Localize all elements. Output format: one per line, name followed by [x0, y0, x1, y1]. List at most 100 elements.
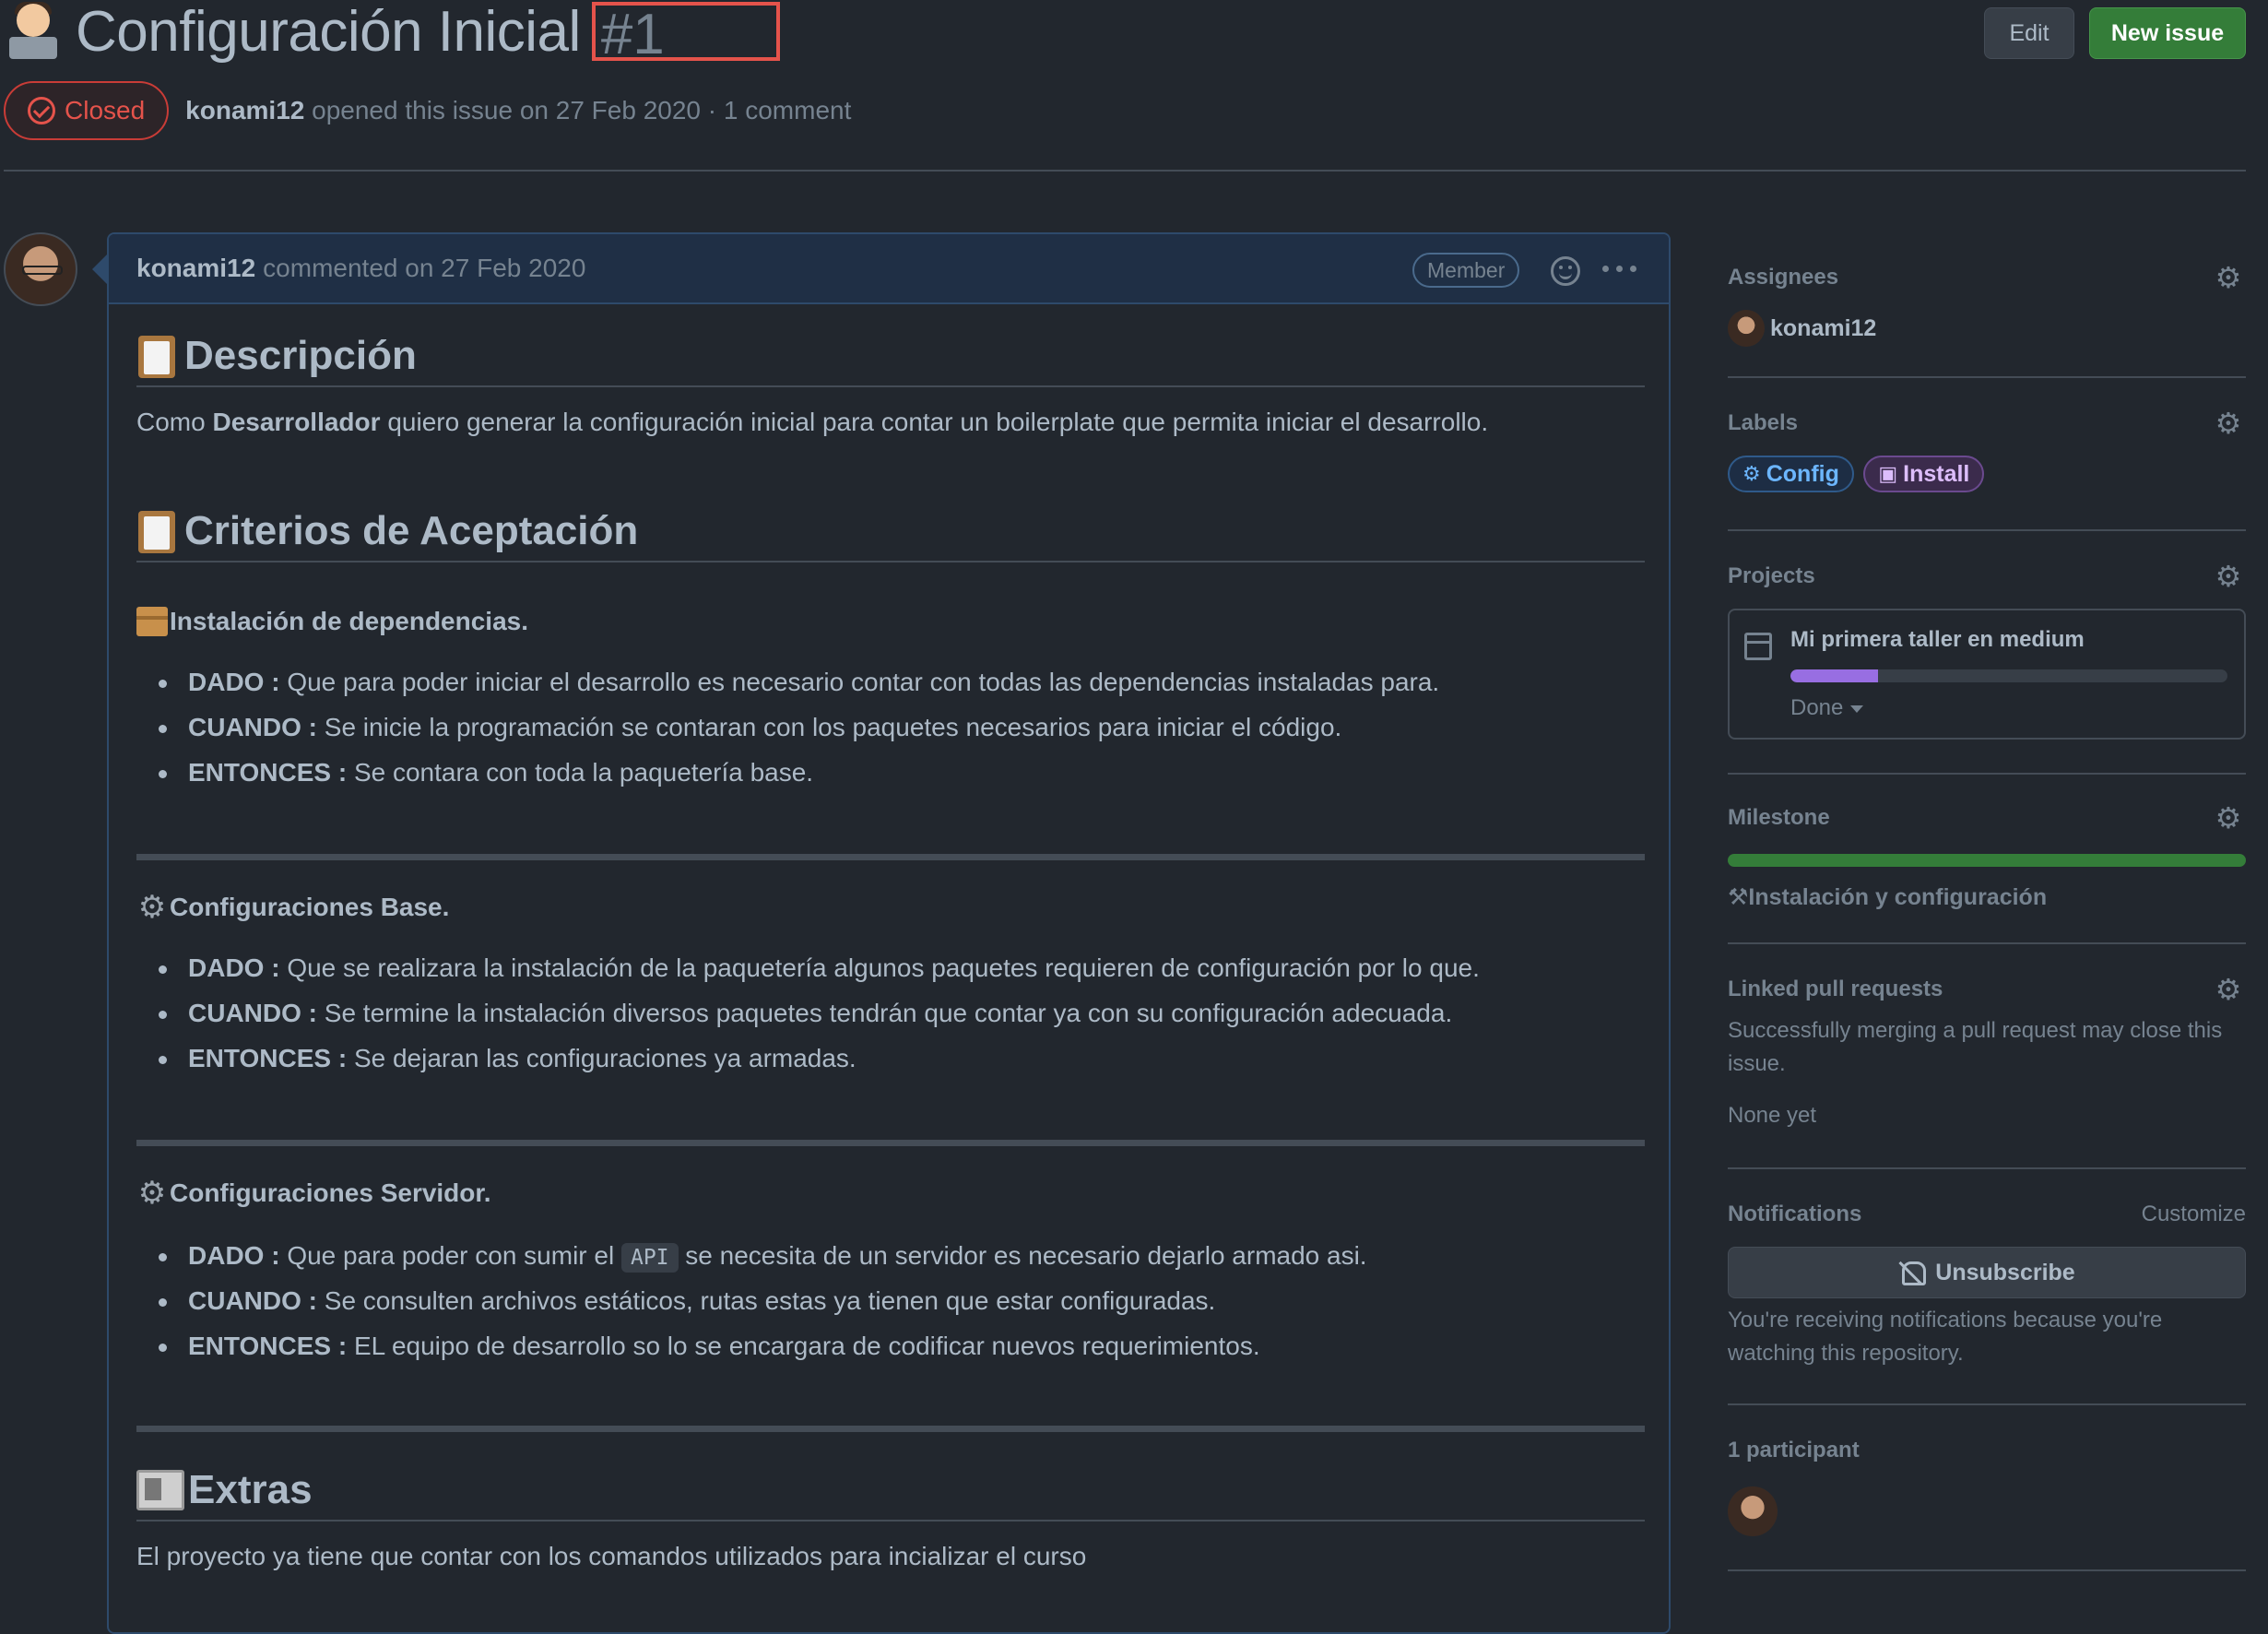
notifications-reason: You're receiving notifications because y…: [1728, 1308, 2163, 1366]
project-name[interactable]: Mi primera taller en medium: [1790, 627, 2085, 653]
linked-prs-none: None yet: [1728, 1103, 1817, 1128]
avatar[interactable]: [4, 232, 77, 306]
heading-criterios-text: Criterios de Aceptación: [184, 508, 639, 553]
clipboard-icon: [136, 332, 179, 380]
package-icon: ▣: [1878, 462, 1898, 485]
heading-criterios: Criterios de Aceptación: [136, 502, 1645, 562]
list-item: CUANDO : Se inicie la programación se co…: [155, 709, 1663, 754]
title-row: Configuración Inicial #1: [7, 0, 780, 65]
milestone-progress: [1728, 854, 2246, 867]
criteria-list-1: DADO : Que para poder iniciar el desarro…: [155, 664, 1663, 799]
gear-icon[interactable]: ⚙: [2215, 803, 2242, 833]
heading-descripcion: Descripción: [136, 326, 1645, 387]
heading-descripcion-text: Descripción: [184, 333, 417, 378]
label-config[interactable]: ⚙ Config: [1728, 456, 1854, 492]
participants-section: 1 participant: [1728, 1435, 2246, 1536]
author-link[interactable]: konami12: [185, 96, 304, 124]
customize-link[interactable]: Customize: [2142, 1199, 2246, 1230]
milestone-section: Milestone ⚙ ⚒Instalación y configuración: [1728, 802, 2246, 911]
gear-icon: ⚙: [137, 1176, 167, 1211]
issue-header: Configuración Inicial #1 Edit New issue …: [0, 0, 2268, 172]
linked-prs-section: Linked pull requests ⚙ Successfully merg…: [1728, 974, 2246, 1132]
header-divider: [4, 170, 2246, 172]
heading-extras: Extras: [136, 1461, 1645, 1522]
list-item: DADO : Que se realizara la instalación d…: [155, 950, 1663, 995]
comment-header: konami12 commented on 27 Feb 2020 Member: [109, 234, 1669, 304]
gear-icon[interactable]: ⚙: [2215, 408, 2242, 438]
smiley-icon[interactable]: [1551, 256, 1580, 286]
project-progress: [1790, 669, 2227, 682]
labels-title: Labels: [1728, 410, 1799, 435]
divider: [1728, 942, 2246, 944]
divider: [1728, 1167, 2246, 1169]
assignee[interactable]: konami12: [1728, 310, 2246, 347]
avatar: [1728, 310, 1765, 347]
list-item: ENTONCES : EL equipo de desarrollo so lo…: [155, 1328, 1663, 1373]
gear-icon: ⚙: [1742, 462, 1761, 485]
unsubscribe-button[interactable]: Unsubscribe: [1728, 1247, 2246, 1298]
kebab-menu-icon[interactable]: [1602, 266, 1639, 273]
list-item: DADO : Que para poder iniciar el desarro…: [155, 664, 1663, 709]
section-title-base: ⚙ Configuraciones Base.: [137, 890, 450, 925]
labels-section: Labels ⚙ ⚙ Config ▣ Install: [1728, 408, 2246, 492]
hammer-wrench-icon: ⚒: [1728, 884, 1749, 910]
package-icon: [136, 607, 168, 636]
comment-box: konami12 commented on 27 Feb 2020 Member…: [107, 232, 1671, 1634]
projects-title: Projects: [1728, 563, 1815, 588]
clipboard-icon: [136, 507, 179, 555]
avatar[interactable]: [1728, 1486, 1778, 1536]
edit-button[interactable]: Edit: [1984, 7, 2074, 59]
assignees-title: Assignees: [1728, 265, 1839, 290]
list-item: ENTONCES : Se dejaran las configuracione…: [155, 1040, 1663, 1085]
notifications-section: Notifications Customize Unsubscribe You'…: [1728, 1199, 2246, 1370]
caret-down-icon: [1850, 705, 1864, 713]
criteria-list-3: DADO : Que para poder con sumir el API s…: [155, 1237, 1663, 1373]
gear-icon[interactable]: ⚙: [2215, 975, 2242, 1004]
section-title-servidor: ⚙ Configuraciones Servidor.: [137, 1176, 491, 1211]
participants-title: 1 participant: [1728, 1438, 1860, 1462]
divider: [136, 854, 1645, 860]
project-card[interactable]: Mi primera taller en medium Done: [1728, 609, 2246, 740]
bell-slash-icon: [1898, 1260, 1927, 1285]
gear-icon[interactable]: ⚙: [2215, 263, 2242, 292]
divider: [1728, 773, 2246, 775]
gear-icon: ⚙: [137, 890, 167, 925]
inline-code: API: [620, 1243, 679, 1273]
linked-prs-title: Linked pull requests: [1728, 977, 1943, 1001]
comment-arrow: [92, 255, 107, 284]
gear-icon[interactable]: ⚙: [2215, 562, 2242, 591]
list-item: CUANDO : Se termine la instalación diver…: [155, 995, 1663, 1040]
label-install[interactable]: ▣ Install: [1863, 456, 1985, 492]
issue-title: Configuración Inicial: [76, 0, 581, 64]
divider: [1728, 376, 2246, 378]
member-badge: Member: [1412, 253, 1520, 288]
issue-meta-text: konami12 opened this issue on 27 Feb 202…: [185, 96, 851, 125]
divider: [1728, 1403, 2246, 1405]
project-icon: [1744, 633, 1772, 660]
issue-meta: Closed konami12 opened this issue on 27 …: [4, 81, 851, 140]
extras-paragraph: El proyecto ya tiene que contar con los …: [136, 1542, 1087, 1570]
newspaper-icon: [136, 1470, 184, 1510]
new-issue-button[interactable]: New issue: [2089, 7, 2246, 59]
issue-meta-detail: opened this issue on 27 Feb 2020 · 1 com…: [312, 96, 852, 124]
list-item: CUANDO : Se consulten archivos estáticos…: [155, 1283, 1663, 1328]
check-circle-icon: [28, 97, 55, 124]
criteria-list-2: DADO : Que se realizara la instalación d…: [155, 950, 1663, 1085]
project-status-dropdown[interactable]: Done: [1790, 695, 1864, 721]
comment-author[interactable]: konami12: [136, 254, 255, 283]
projects-section: Projects ⚙ Mi primera taller en medium D…: [1728, 561, 2246, 740]
section-title-dependencias: Instalación de dependencias.: [136, 603, 528, 640]
technologist-emoji-icon: [7, 2, 59, 61]
linked-prs-text: Successfully merging a pull request may …: [1728, 1018, 2223, 1076]
divider: [136, 1140, 1645, 1146]
milestone-title: Milestone: [1728, 805, 1830, 830]
descripcion-paragraph: Como Desarrollador quiero generar la con…: [136, 408, 1489, 436]
list-item: ENTONCES : Se contara con toda la paquet…: [155, 754, 1663, 799]
divider: [1728, 1569, 2246, 1571]
milestone-name[interactable]: ⚒Instalación y configuración: [1728, 883, 2246, 911]
comment-meta[interactable]: commented on 27 Feb 2020: [263, 254, 585, 283]
assignees-section: Assignees ⚙ konami12: [1728, 262, 2246, 347]
divider: [136, 1426, 1645, 1432]
status-label: Closed: [65, 96, 146, 124]
list-item: DADO : Que para poder con sumir el API s…: [155, 1237, 1663, 1283]
